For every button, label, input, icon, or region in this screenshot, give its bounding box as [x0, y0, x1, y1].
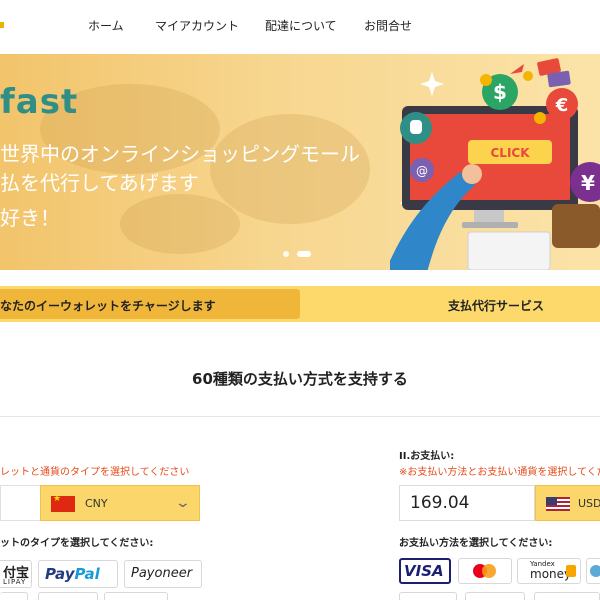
- ewallet-option[interactable]: [0, 592, 28, 600]
- payment-method-option[interactable]: [399, 592, 457, 600]
- world-map-shape: [210, 114, 370, 224]
- banner-headline-2: 払を代行してあげます: [0, 171, 199, 195]
- charge-amount-input[interactable]: [0, 485, 40, 521]
- hero-banner[interactable]: fast 世界中のオンラインショッピングモール 払を代行してあげます 好き！ C…: [0, 54, 600, 270]
- currency-select-usd[interactable]: USD: [535, 485, 600, 521]
- tab-ewallet-charge[interactable]: なたのイーウォレットをチャージします: [0, 289, 300, 319]
- nav-my-account[interactable]: マイアカウント: [155, 17, 239, 34]
- tab-ewallet-charge-label: なたのイーウォレットをチャージします: [0, 299, 216, 313]
- banner-headline-1: 世界中のオンラインショッピングモール: [0, 142, 360, 166]
- nav-contact[interactable]: お問合せ: [364, 17, 412, 34]
- svg-text:€: €: [555, 95, 569, 116]
- divider: [0, 416, 600, 417]
- payment-step-title: II.お支払い:: [399, 451, 455, 462]
- banner-headline-3: 好き！: [0, 206, 60, 230]
- service-tabs: なたのイーウォレットをチャージします 支払代行サービス: [0, 286, 600, 322]
- paypal-logo: PayPal: [45, 565, 100, 583]
- ewallet-option[interactable]: [38, 592, 98, 600]
- carousel-dot[interactable]: [283, 251, 289, 257]
- payment-logo-icon: [590, 565, 600, 577]
- wallet-icon: [552, 204, 600, 248]
- payment-method-heading: お支払い方法を選択してください:: [399, 538, 553, 549]
- chevron-down-icon: ⌄: [174, 495, 192, 511]
- paypal-option[interactable]: PayPal: [38, 560, 118, 588]
- arrow-icon: [510, 64, 524, 74]
- mastercard-option[interactable]: [458, 558, 512, 584]
- ewallet-type-heading: ットのタイプを選択してください:: [0, 538, 154, 549]
- carousel-dot-active[interactable]: [297, 251, 311, 257]
- currency-code: CNY: [85, 497, 108, 510]
- click-label: CLICK: [490, 146, 530, 160]
- payment-amount: 169.04: [410, 493, 470, 513]
- online-shopping-illustration: CLICK $ € ¥ @: [390, 58, 600, 270]
- ewallet-option[interactable]: [104, 592, 168, 600]
- payment-amount-field[interactable]: 169.04: [399, 485, 535, 521]
- alipay-logo-en: LIPAY: [3, 578, 27, 586]
- tab-payment-service[interactable]: 支払代行サービス: [448, 297, 544, 314]
- world-map-shape: [120, 194, 240, 254]
- visa-logo: VISA: [404, 562, 444, 580]
- nav-home[interactable]: ホーム: [88, 17, 124, 34]
- alipay-option[interactable]: 付宝 LIPAY: [0, 560, 32, 588]
- wallet-icon: [566, 565, 576, 577]
- section-title: 60種類の支払い方式を支持する: [192, 370, 408, 388]
- payment-method-option[interactable]: [534, 592, 600, 600]
- top-nav: ホーム マイアカウント 配達について お問合せ: [0, 0, 600, 54]
- yandex-logo-bottom: money: [530, 567, 572, 581]
- yandex-money-option[interactable]: Yandex money: [517, 558, 581, 584]
- nav-delivery[interactable]: 配達について: [265, 17, 337, 34]
- keyboard-icon: [467, 231, 551, 270]
- svg-text:¥: ¥: [581, 171, 595, 195]
- banner-brand: fast: [0, 82, 79, 122]
- flag-china-icon: ★: [51, 495, 75, 512]
- more-payment-option[interactable]: [586, 558, 600, 584]
- carousel-dots: [283, 250, 317, 258]
- currency-select-cny[interactable]: ★ CNY ⌄: [40, 485, 200, 521]
- payoneer-option[interactable]: Payoneer: [124, 560, 202, 588]
- flag-usa-icon: [546, 497, 570, 511]
- sparkle-icon: [420, 72, 444, 96]
- ewallet-warning: レットと通貨のタイプを選択してください: [0, 467, 190, 478]
- payoneer-logo: Payoneer: [131, 566, 193, 581]
- svg-text:@: @: [416, 164, 428, 178]
- currency-code: USD: [578, 497, 600, 510]
- logo[interactable]: [0, 22, 4, 28]
- payment-method-option[interactable]: [465, 592, 525, 600]
- payment-warning: ※お支払い方法とお支払い通貨を選択してください: [399, 467, 600, 478]
- svg-text:$: $: [493, 80, 507, 104]
- visa-option[interactable]: VISA: [399, 558, 451, 584]
